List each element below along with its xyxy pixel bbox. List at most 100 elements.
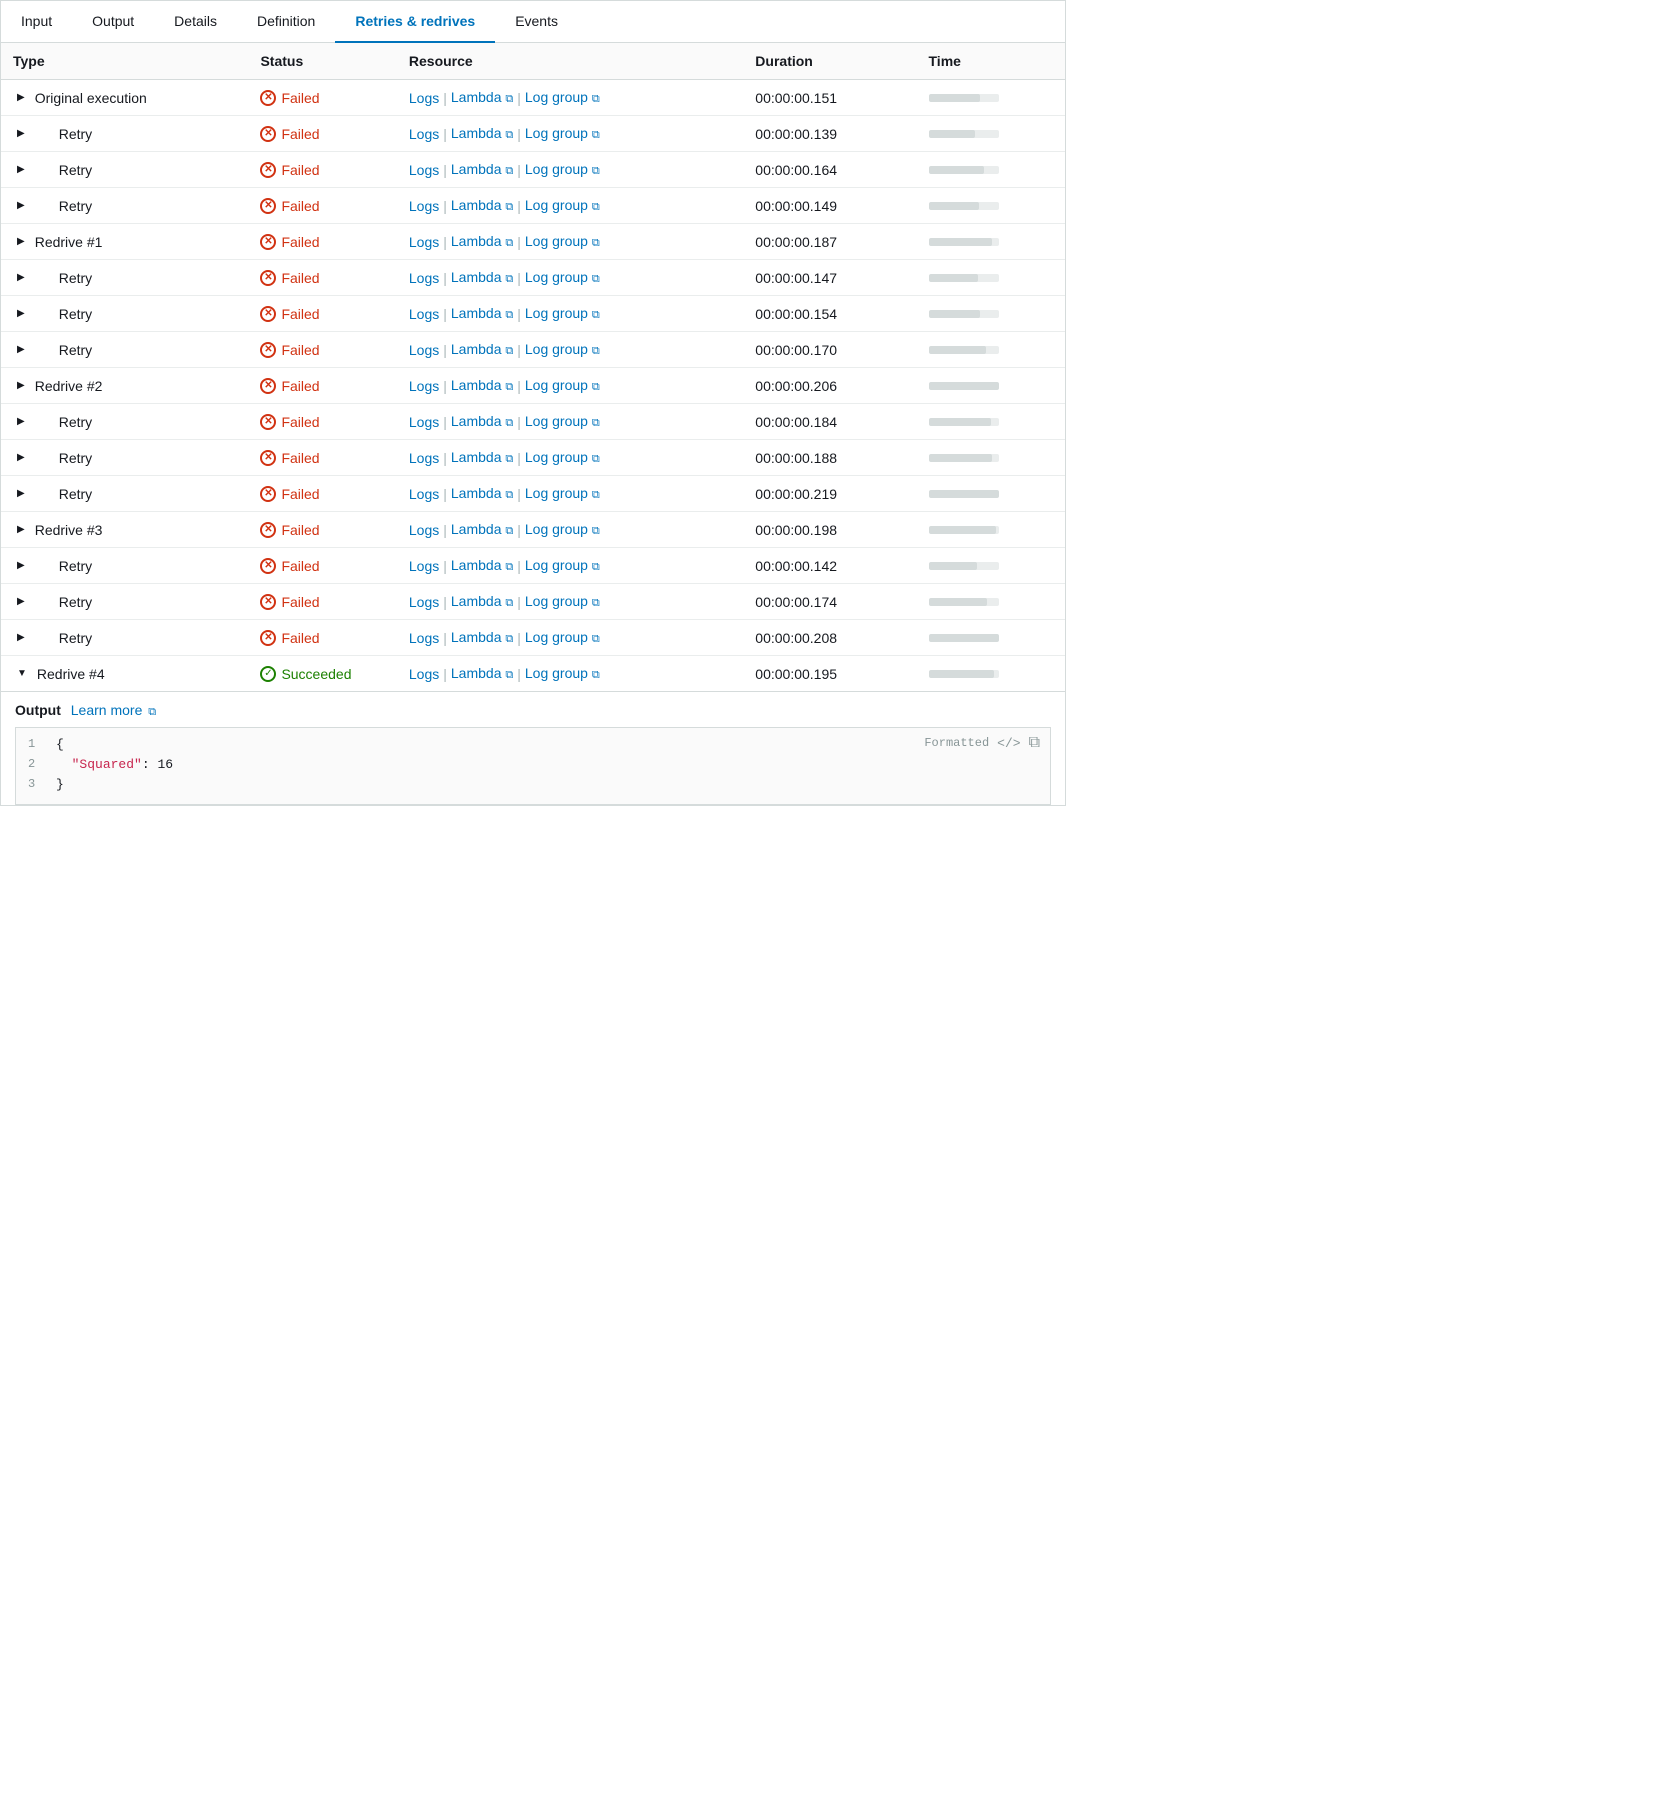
log-group-link[interactable]: Log group ⧉ — [525, 665, 600, 682]
table-row: ▶Retry✕Failed Logs | Lambda ⧉ | Log grou… — [1, 152, 1065, 188]
logs-link[interactable]: Logs — [409, 630, 439, 646]
tab-definition[interactable]: Definition — [237, 1, 335, 43]
tab-output[interactable]: Output — [72, 1, 154, 43]
logs-link[interactable]: Logs — [409, 90, 439, 106]
logs-link[interactable]: Logs — [409, 414, 439, 430]
lambda-link[interactable]: Lambda ⧉ — [451, 665, 513, 682]
expand-button[interactable]: ▶ — [13, 378, 29, 393]
log-group-link[interactable]: Log group ⧉ — [525, 161, 600, 178]
type-label: Original execution — [35, 90, 147, 106]
logs-link[interactable]: Logs — [409, 342, 439, 358]
log-group-link[interactable]: Log group ⧉ — [525, 557, 600, 574]
lambda-link[interactable]: Lambda ⧉ — [451, 557, 513, 574]
logs-link[interactable]: Logs — [409, 270, 439, 286]
log-group-link[interactable]: Log group ⧉ — [525, 413, 600, 430]
lambda-link[interactable]: Lambda ⧉ — [451, 521, 513, 538]
lambda-ext-icon: ⧉ — [505, 597, 513, 609]
logs-link[interactable]: Logs — [409, 126, 439, 142]
expand-button[interactable]: ▶ — [13, 306, 29, 321]
copy-button[interactable]: ⧉ — [1029, 734, 1040, 752]
log-group-link[interactable]: Log group ⧉ — [525, 485, 600, 502]
tab-details[interactable]: Details — [154, 1, 237, 43]
learn-more-link[interactable]: Learn more ⧉ — [71, 702, 156, 718]
logs-link[interactable]: Logs — [409, 234, 439, 250]
logs-link[interactable]: Logs — [409, 522, 439, 538]
separator: | — [517, 90, 521, 106]
lambda-ext-icon: ⧉ — [505, 93, 513, 105]
time-bar-fill — [929, 202, 979, 210]
expand-button[interactable]: ▶ — [13, 522, 29, 537]
log-group-ext-icon: ⧉ — [592, 345, 600, 357]
tab-input[interactable]: Input — [1, 1, 72, 43]
expand-button[interactable]: ▶ — [13, 198, 29, 213]
lambda-link[interactable]: Lambda ⧉ — [451, 629, 513, 646]
logs-link[interactable]: Logs — [409, 378, 439, 394]
logs-link[interactable]: Logs — [409, 162, 439, 178]
cell-status: ✕Failed — [248, 80, 396, 116]
expand-button[interactable]: ▶ — [13, 450, 29, 465]
tab-retries[interactable]: Retries & redrives — [335, 1, 495, 43]
cell-duration: 00:00:00.170 — [743, 332, 916, 368]
log-group-link[interactable]: Log group ⧉ — [525, 233, 600, 250]
expand-button[interactable]: ▶ — [13, 558, 29, 573]
log-group-link[interactable]: Log group ⧉ — [525, 341, 600, 358]
expand-button[interactable]: ▶ — [13, 594, 29, 609]
table-header-row: Type Status Resource Duration Time — [1, 43, 1065, 80]
log-group-link[interactable]: Log group ⧉ — [525, 269, 600, 286]
expand-button[interactable]: ▶ — [13, 342, 29, 357]
lambda-link[interactable]: Lambda ⧉ — [451, 593, 513, 610]
expand-button[interactable]: ▶ — [13, 90, 29, 105]
status-label: Failed — [281, 522, 319, 538]
lambda-link[interactable]: Lambda ⧉ — [451, 125, 513, 142]
logs-link[interactable]: Logs — [409, 486, 439, 502]
status-label: Failed — [281, 198, 319, 214]
lambda-link[interactable]: Lambda ⧉ — [451, 233, 513, 250]
lambda-link[interactable]: Lambda ⧉ — [451, 341, 513, 358]
time-bar-fill — [929, 166, 984, 174]
col-header-duration: Duration — [743, 43, 916, 80]
log-group-link[interactable]: Log group ⧉ — [525, 449, 600, 466]
lambda-link[interactable]: Lambda ⧉ — [451, 197, 513, 214]
log-group-link[interactable]: Log group ⧉ — [525, 305, 600, 322]
lambda-link[interactable]: Lambda ⧉ — [451, 269, 513, 286]
logs-link[interactable]: Logs — [409, 594, 439, 610]
log-group-link[interactable]: Log group ⧉ — [525, 89, 600, 106]
logs-link[interactable]: Logs — [409, 558, 439, 574]
lambda-link[interactable]: Lambda ⧉ — [451, 377, 513, 394]
expand-button[interactable]: ▶ — [13, 234, 29, 249]
line-num-1: 1 — [28, 737, 56, 751]
logs-link[interactable]: Logs — [409, 450, 439, 466]
expand-button[interactable]: ▶ — [13, 414, 29, 429]
expand-button[interactable]: ▶ — [13, 162, 29, 177]
expand-button[interactable]: ▶ — [13, 270, 29, 285]
tab-events[interactable]: Events — [495, 1, 578, 43]
cell-resource: Logs | Lambda ⧉ | Log group ⧉ — [397, 152, 743, 188]
lambda-link[interactable]: Lambda ⧉ — [451, 161, 513, 178]
status-label: Succeeded — [281, 666, 351, 682]
expand-button[interactable]: ▶ — [13, 630, 29, 645]
lambda-link[interactable]: Lambda ⧉ — [451, 485, 513, 502]
time-bar — [929, 130, 999, 138]
log-group-link[interactable]: Log group ⧉ — [525, 521, 600, 538]
cell-type: ▶Retry — [1, 332, 248, 368]
expand-button[interactable]: ▶ — [13, 486, 29, 501]
log-group-link[interactable]: Log group ⧉ — [525, 125, 600, 142]
time-bar — [929, 526, 999, 534]
failed-icon: ✕ — [260, 342, 276, 358]
logs-link[interactable]: Logs — [409, 306, 439, 322]
logs-link[interactable]: Logs — [409, 198, 439, 214]
resource-links: Logs | Lambda ⧉ | Log group ⧉ — [409, 521, 731, 538]
lambda-link[interactable]: Lambda ⧉ — [451, 449, 513, 466]
expand-button[interactable]: ▼ — [13, 666, 31, 681]
log-group-link[interactable]: Log group ⧉ — [525, 593, 600, 610]
failed-icon: ✕ — [260, 630, 276, 646]
log-group-link[interactable]: Log group ⧉ — [525, 629, 600, 646]
expand-button[interactable]: ▶ — [13, 126, 29, 141]
log-group-link[interactable]: Log group ⧉ — [525, 197, 600, 214]
logs-link[interactable]: Logs — [409, 666, 439, 682]
time-bar-fill — [929, 634, 999, 642]
lambda-link[interactable]: Lambda ⧉ — [451, 305, 513, 322]
log-group-link[interactable]: Log group ⧉ — [525, 377, 600, 394]
lambda-link[interactable]: Lambda ⧉ — [451, 413, 513, 430]
lambda-link[interactable]: Lambda ⧉ — [451, 89, 513, 106]
